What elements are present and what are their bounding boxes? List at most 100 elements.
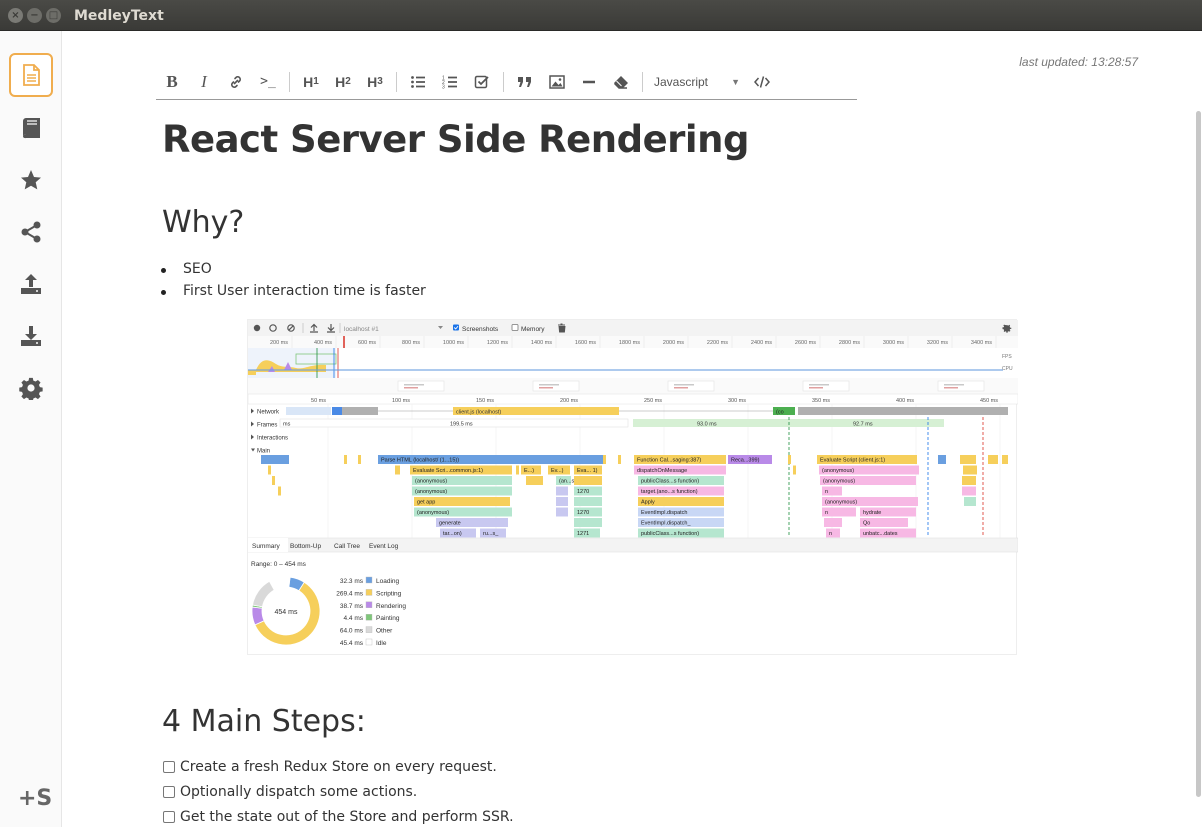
summary-value: 64.0 ms	[340, 628, 364, 635]
flame-chart-block	[963, 465, 977, 475]
window-title: MedleyText	[74, 8, 164, 24]
vertical-scrollbar[interactable]	[1196, 111, 1201, 797]
checklist-button[interactable]	[470, 69, 494, 95]
svg-text:3: 3	[442, 84, 445, 90]
flame-chart-block	[526, 476, 540, 485]
flame-chart-block	[556, 486, 568, 496]
summary-category: Other	[376, 628, 393, 635]
flame-chart-block	[556, 507, 568, 517]
legend-swatch	[365, 614, 373, 621]
track-label: Frames	[257, 423, 277, 429]
flame-chart-block	[988, 455, 998, 464]
detail-tick-label: 400 ms	[896, 398, 914, 404]
task-checkbox[interactable]	[163, 785, 175, 798]
window-maximize-button[interactable]: □	[46, 8, 61, 23]
filmstrip-frame	[802, 380, 850, 392]
upload-icon	[21, 274, 41, 294]
sidebar-item-share[interactable]	[9, 210, 53, 254]
track-expand-icon	[251, 408, 254, 414]
heading3-button[interactable]: H3	[363, 69, 387, 95]
flame-chart-label: Eva... 1)	[577, 468, 598, 474]
language-select[interactable]: Javascript ▼	[654, 75, 740, 89]
sidebar-item-notes[interactable]	[9, 53, 53, 97]
overview-tick-label: 800 ms	[402, 340, 420, 346]
heading2-level: 2	[345, 76, 351, 87]
flame-chart-block	[618, 455, 621, 464]
sidebar-item-settings[interactable]	[9, 366, 53, 410]
screenshots-checkbox	[453, 324, 459, 331]
overview-tick-label: 1800 ms	[619, 340, 640, 346]
app-logo[interactable]: +S	[18, 786, 52, 811]
heading2-button[interactable]: H2	[331, 69, 355, 95]
window-titlebar: × − □ MedleyText	[0, 0, 1202, 31]
image-button[interactable]	[545, 69, 569, 95]
toolbar-divider	[642, 71, 643, 92]
range-label: Range: 0 – 454 ms	[251, 561, 307, 568]
task-checkbox[interactable]	[163, 810, 175, 823]
task-label: Create a fresh Redux Store on every requ…	[180, 758, 497, 775]
flame-chart-label: (an...s)	[559, 479, 576, 485]
flame-chart-block	[516, 465, 519, 475]
summary-tab: Call Tree	[334, 543, 360, 550]
detail-tick-label: 300 ms	[728, 398, 746, 404]
summary-tab: Event Log	[369, 543, 399, 550]
sidebar-item-notebooks[interactable]	[9, 106, 53, 150]
summary-value: 4.4 ms	[343, 615, 363, 622]
task-checkbox[interactable]	[163, 760, 175, 773]
chevron-down-icon: ▼	[731, 76, 740, 87]
quote-button[interactable]	[513, 69, 537, 95]
flame-chart-label: Function Cal...saging:387)	[637, 458, 701, 464]
summary-value: 269.4 ms	[336, 590, 363, 597]
overview-tick-label: 600 ms	[358, 340, 376, 346]
bold-button[interactable]: B	[160, 69, 184, 95]
sidebar-item-download[interactable]	[9, 314, 53, 358]
numbered-list-button[interactable]: 123	[438, 69, 462, 95]
note-icon	[23, 64, 40, 86]
window-close-button[interactable]: ×	[8, 8, 23, 23]
legend-swatch	[365, 638, 373, 646]
flame-chart-label: dispatchOnMessage	[637, 468, 687, 474]
sidebar-item-upload[interactable]	[9, 262, 53, 306]
flame-chart-block	[960, 455, 976, 464]
overview-tick-label: 2600 ms	[795, 340, 816, 346]
horizontal-rule-button[interactable]	[577, 69, 601, 95]
code-block-icon	[754, 75, 770, 88]
flame-chart-block	[344, 455, 347, 464]
flame-chart-label: hydrate	[863, 510, 881, 516]
code-block-button[interactable]	[750, 69, 774, 95]
flame-chart-block	[556, 497, 568, 506]
flame-chart-block	[395, 465, 400, 475]
window-minimize-button[interactable]: −	[27, 8, 42, 23]
language-select-value: Javascript	[654, 74, 709, 89]
summary-category: Scripting	[376, 590, 402, 597]
overview-tick-label: 200 ms	[270, 340, 288, 346]
eraser-button[interactable]	[609, 69, 633, 95]
overview-tick-label: 2800 ms	[839, 340, 860, 346]
heading1-button[interactable]: H1	[299, 69, 323, 95]
network-bar-label: client.js (localhost)	[456, 410, 501, 416]
filmstrip-frame	[397, 380, 445, 392]
toolbar-divider	[289, 71, 290, 92]
filmstrip-frame	[667, 380, 715, 392]
flame-chart-label: Apply	[641, 500, 655, 506]
legend-swatch	[365, 589, 373, 596]
bullet-list-button[interactable]	[406, 69, 430, 95]
link-button[interactable]	[224, 69, 248, 95]
flame-chart-block	[788, 455, 791, 464]
italic-button[interactable]: I	[192, 69, 216, 95]
code-button[interactable]: >_	[256, 69, 280, 95]
summary-tab: Summary	[252, 543, 281, 550]
track-expand-icon	[251, 448, 255, 452]
detail-tick-label: 150 ms	[476, 398, 494, 404]
sidebar-item-favorites[interactable]	[9, 158, 53, 202]
flame-chart-label: E...)	[524, 468, 534, 474]
document-content[interactable]: React Server Side Rendering Why? SEO Fir…	[161, 121, 1022, 825]
flame-chart-block	[574, 518, 602, 527]
task-list: Create a fresh Redux Store on every requ…	[162, 754, 514, 827]
flame-chart-label: Qo	[863, 521, 870, 527]
overview-side-label: CPU	[1002, 366, 1013, 372]
flame-chart-label: n	[829, 531, 832, 537]
track-label: Network	[257, 410, 280, 416]
flame-chart-label: publicClass...s function)	[641, 479, 699, 485]
summary-tab: Bottom-Up	[290, 543, 321, 550]
